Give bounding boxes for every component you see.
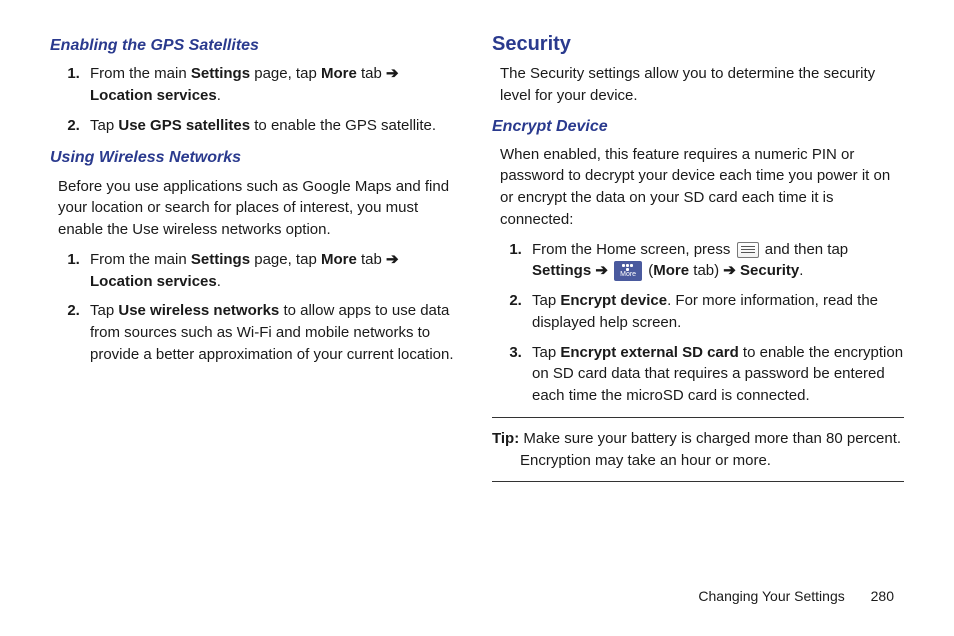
step-item: Tap Encrypt device. For more information… xyxy=(526,290,904,334)
arrow-icon: ➔ xyxy=(386,251,399,268)
arrow-icon: ➔ xyxy=(591,262,612,279)
bold-text: More xyxy=(321,251,357,268)
steps-encrypt: From the Home screen, press and then tap… xyxy=(506,239,904,407)
text: . xyxy=(217,273,221,290)
arrow-icon: ➔ xyxy=(386,65,399,82)
text: tab xyxy=(357,65,386,82)
paragraph: When enabled, this feature requires a nu… xyxy=(500,144,904,231)
bold-text: Encrypt device xyxy=(560,292,667,309)
paragraph: Before you use applications such as Goog… xyxy=(58,176,462,241)
tip-block: Tip: Make sure your battery is charged m… xyxy=(492,428,904,472)
text: . xyxy=(799,262,803,279)
bold-text: Settings xyxy=(191,251,250,268)
bold-text: More xyxy=(321,65,357,82)
more-icon xyxy=(614,261,642,281)
left-column: Enabling the GPS Satellites From the mai… xyxy=(50,30,462,492)
tip-label: Tip: xyxy=(492,430,519,447)
bold-text: Encrypt external SD card xyxy=(560,344,738,361)
text: From the main xyxy=(90,65,191,82)
step-item: From the Home screen, press and then tap… xyxy=(526,239,904,283)
bold-text: Use GPS satellites xyxy=(118,117,250,134)
text: Tap xyxy=(532,344,560,361)
heading-security: Security xyxy=(492,30,904,59)
divider xyxy=(492,481,904,482)
text: tab xyxy=(357,251,386,268)
tip-text: Make sure your battery is charged more t… xyxy=(519,430,901,447)
step-item: Tap Encrypt external SD card to enable t… xyxy=(526,342,904,407)
page-content: Enabling the GPS Satellites From the mai… xyxy=(50,30,904,492)
step-item: From the main Settings page, tap More ta… xyxy=(84,249,462,293)
text: Tap xyxy=(532,292,560,309)
bold-text: More xyxy=(653,262,689,279)
text: and then tap xyxy=(761,241,849,258)
tip-text: Encryption may take an hour or more. xyxy=(520,450,904,472)
bold-text: Settings xyxy=(191,65,250,82)
text: tab) xyxy=(689,262,723,279)
right-column: Security The Security settings allow you… xyxy=(492,30,904,492)
text: From the main xyxy=(90,251,191,268)
heading-enabling-gps: Enabling the GPS Satellites xyxy=(50,34,462,57)
text: page, tap xyxy=(250,251,321,268)
text: From the Home screen, press xyxy=(532,241,735,258)
paragraph: The Security settings allow you to deter… xyxy=(500,63,904,107)
heading-encrypt-device: Encrypt Device xyxy=(492,115,904,138)
text: Tap xyxy=(90,302,118,319)
bold-text: Use wireless networks xyxy=(118,302,279,319)
footer-section: Changing Your Settings xyxy=(698,588,844,604)
step-item: Tap Use wireless networks to allow apps … xyxy=(84,300,462,365)
bold-text: Security xyxy=(736,262,799,279)
bold-text: Settings xyxy=(532,262,591,279)
text: to enable the GPS satellite. xyxy=(250,117,436,134)
page-footer: Changing Your Settings 280 xyxy=(698,586,894,606)
page-number: 280 xyxy=(871,588,894,604)
arrow-icon: ➔ xyxy=(723,262,736,279)
bold-text: Location services xyxy=(90,273,217,290)
menu-icon xyxy=(737,242,759,258)
divider xyxy=(492,417,904,418)
text: . xyxy=(217,87,221,104)
heading-wireless-networks: Using Wireless Networks xyxy=(50,146,462,169)
steps-enabling-gps: From the main Settings page, tap More ta… xyxy=(64,63,462,136)
text: Tap xyxy=(90,117,118,134)
bold-text: Location services xyxy=(90,87,217,104)
steps-wireless-networks: From the main Settings page, tap More ta… xyxy=(64,249,462,366)
text: ( xyxy=(644,262,653,279)
step-item: Tap Use GPS satellites to enable the GPS… xyxy=(84,115,462,137)
text: page, tap xyxy=(250,65,321,82)
step-item: From the main Settings page, tap More ta… xyxy=(84,63,462,107)
